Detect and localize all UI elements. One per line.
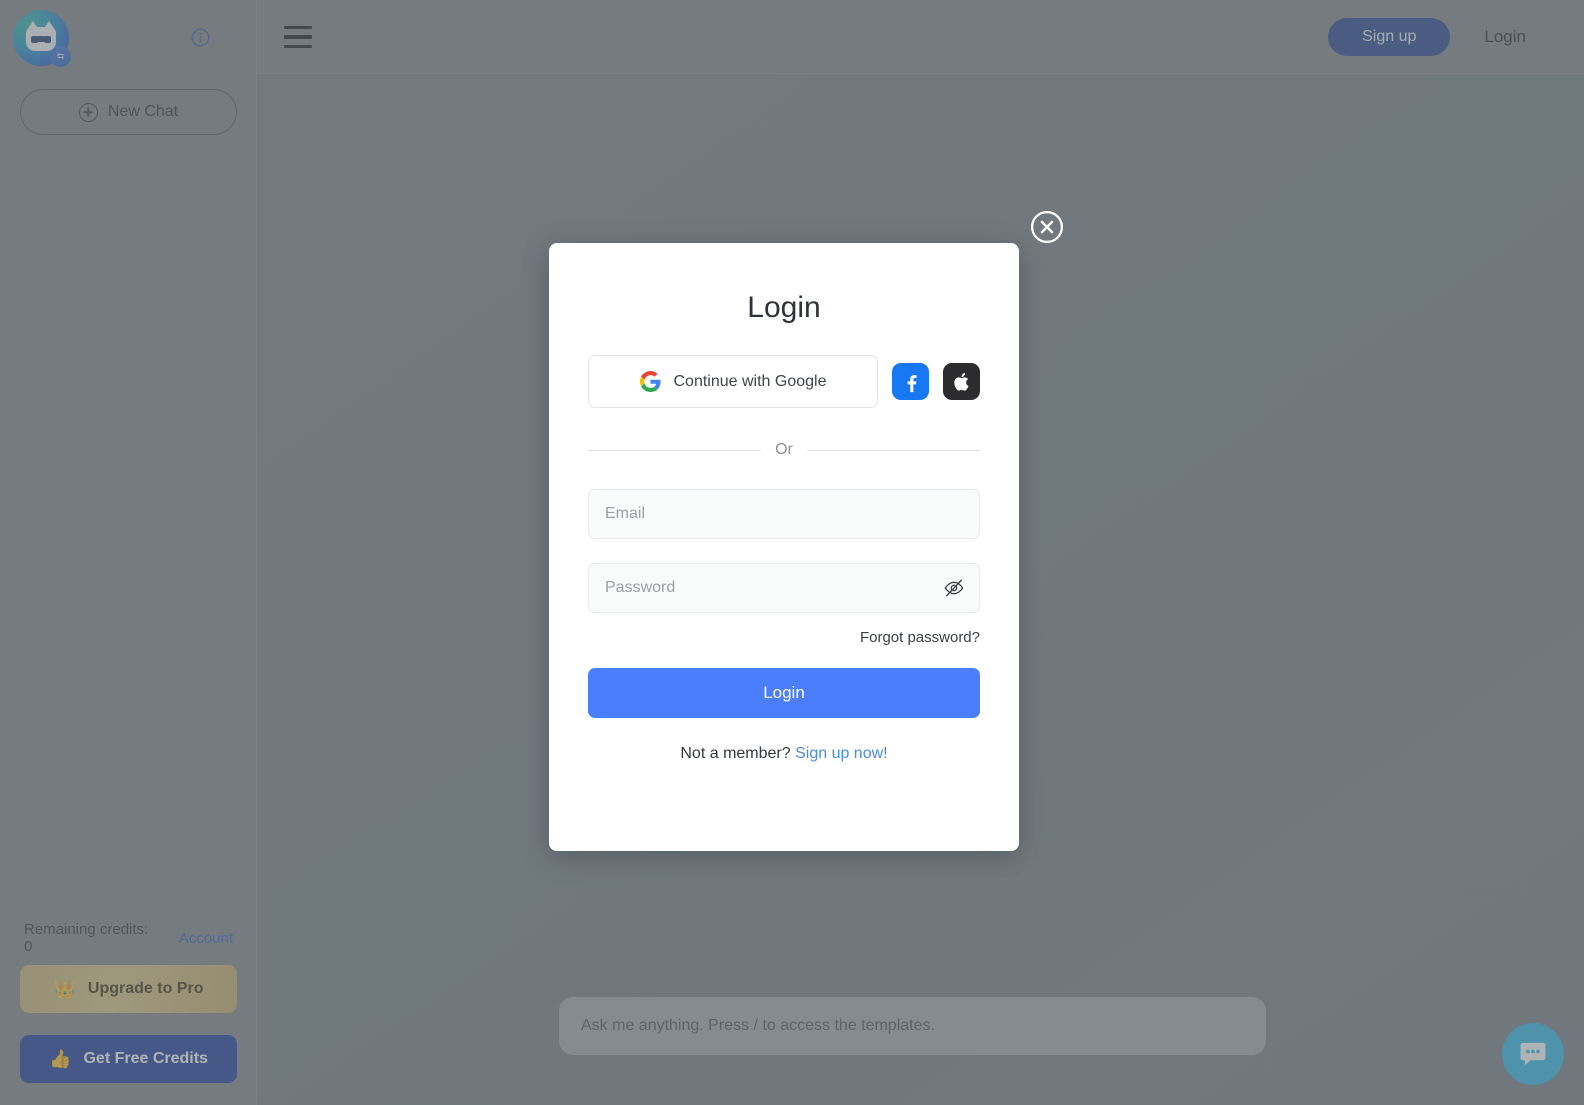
google-icon: [639, 371, 661, 392]
eye-off-icon[interactable]: [943, 577, 965, 599]
continue-with-apple-button[interactable]: [943, 363, 980, 400]
signup-prompt-label: Not a member?: [680, 745, 791, 762]
divider-line-left: [588, 449, 762, 451]
app-root: Ask me anything. Press / to access the t…: [0, 0, 1584, 1105]
password-field[interactable]: [588, 563, 980, 613]
email-input[interactable]: [589, 490, 979, 538]
continue-with-google-button[interactable]: Continue with Google: [588, 355, 878, 408]
signup-prompt-row: Not a member? Sign up now!: [588, 745, 980, 763]
facebook-icon: [907, 374, 916, 392]
continue-with-facebook-button[interactable]: [892, 363, 929, 400]
email-field[interactable]: [588, 489, 980, 539]
close-icon[interactable]: [1030, 210, 1064, 244]
google-button-label: Continue with Google: [673, 372, 827, 390]
social-login-row: Continue with Google: [588, 355, 980, 408]
or-divider: Or: [588, 441, 980, 459]
signup-now-link[interactable]: Sign up now!: [795, 745, 888, 762]
divider-line-right: [806, 449, 980, 451]
password-input[interactable]: [589, 564, 979, 612]
divider-label: Or: [775, 441, 793, 458]
apple-icon: [953, 372, 968, 391]
forgot-password-link[interactable]: Forgot password?: [588, 629, 980, 646]
modal-title: Login: [747, 291, 821, 324]
login-modal: Login Continue with Google Or Email Forg…: [549, 243, 1019, 851]
login-submit-button[interactable]: Login: [588, 668, 980, 718]
